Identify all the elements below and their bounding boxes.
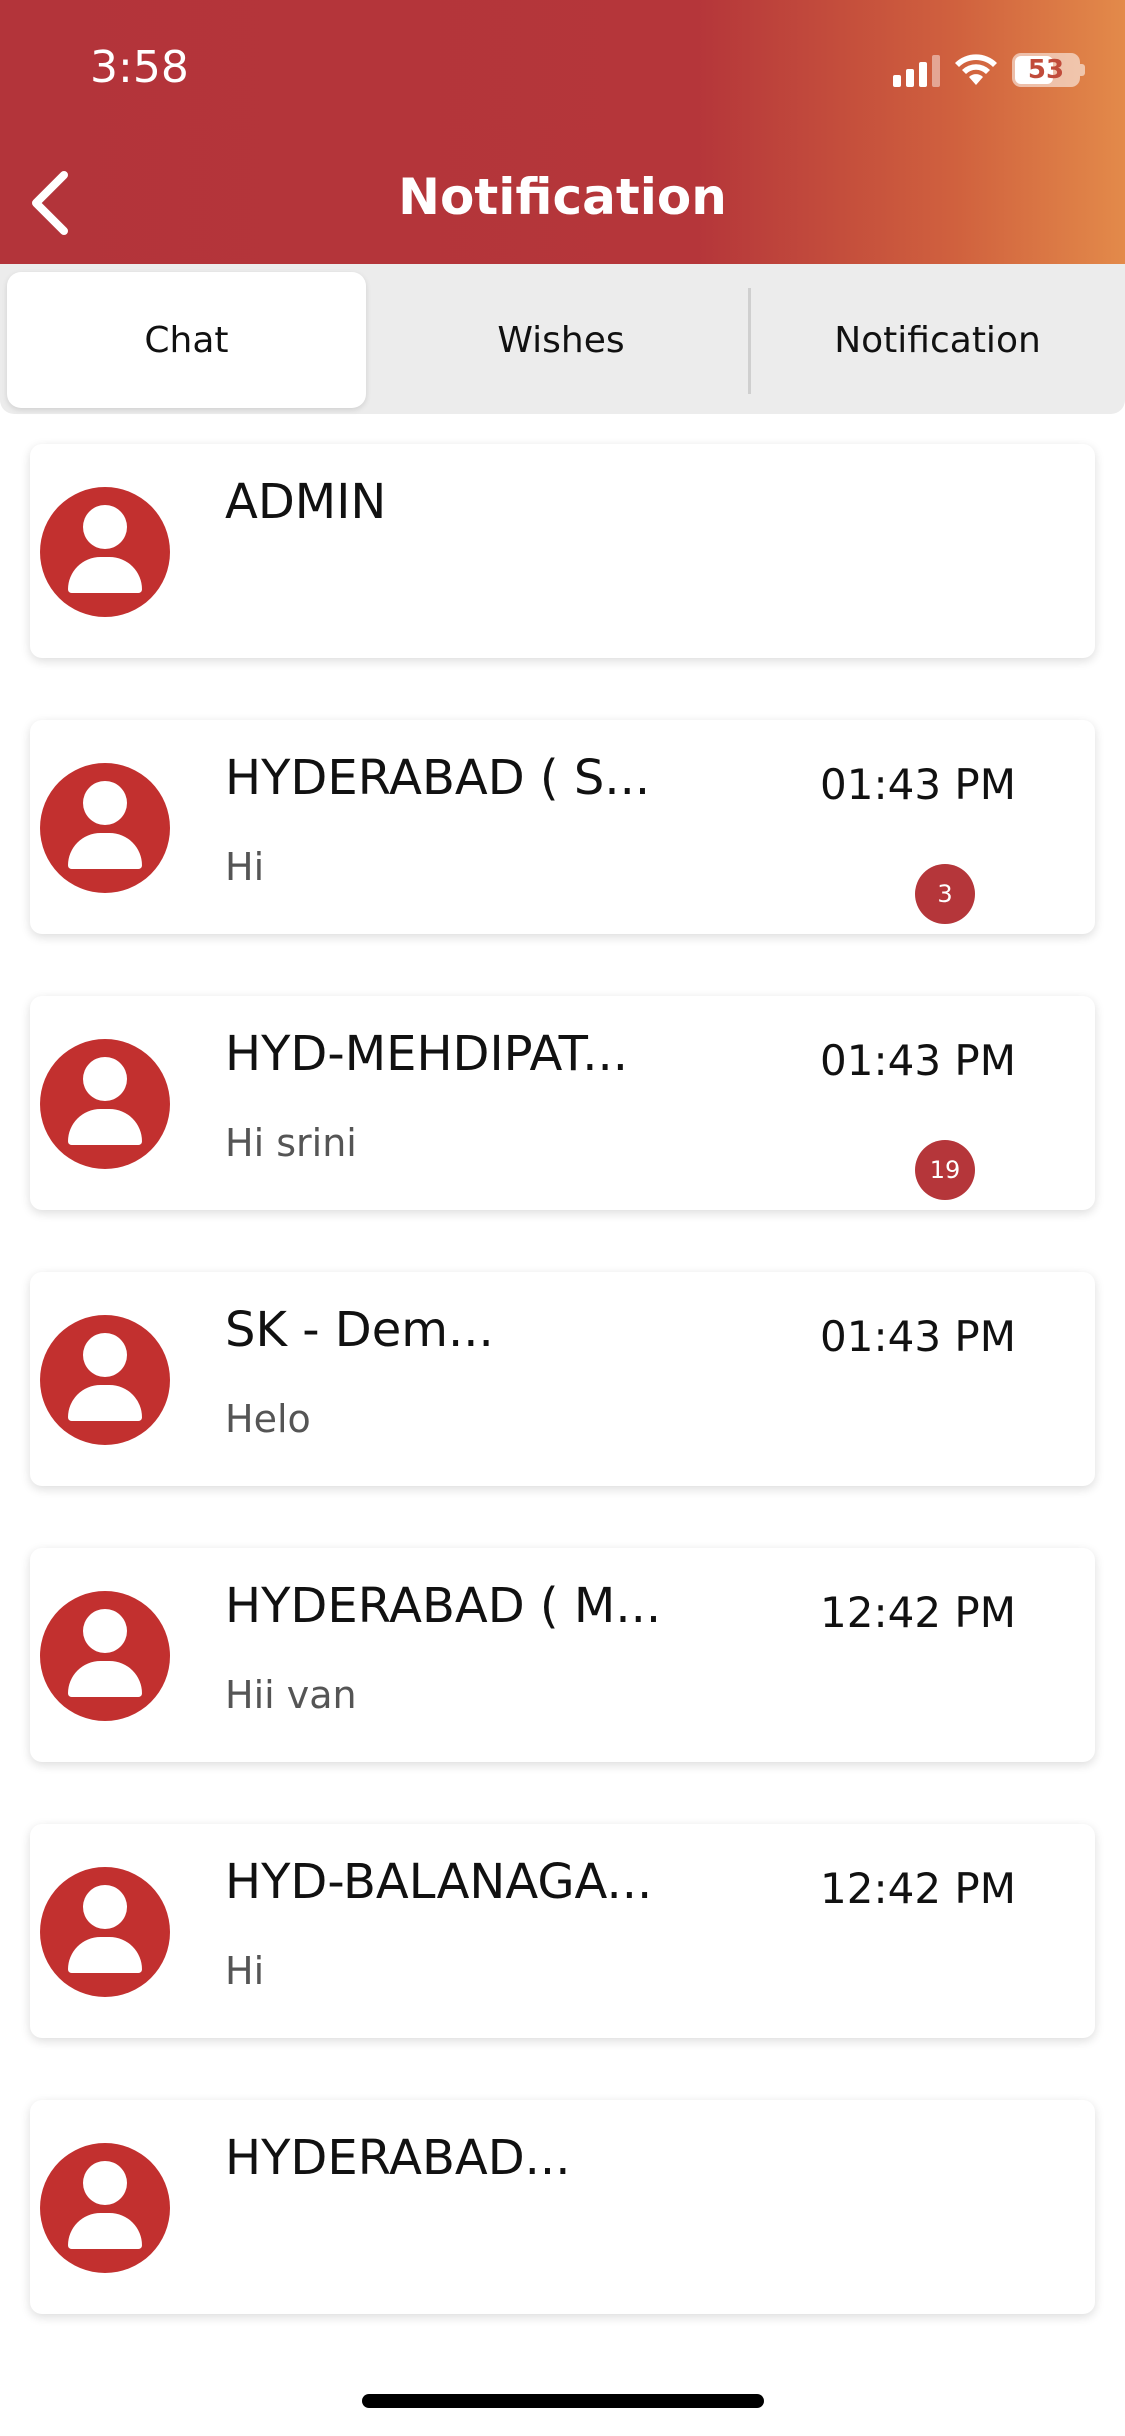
tab-bar: Chat Wishes Notification — [0, 264, 1125, 414]
battery-icon: 53 — [1012, 53, 1085, 87]
chat-name: ADMIN — [225, 474, 387, 530]
tab-chat[interactable]: Chat — [7, 272, 366, 408]
chat-item[interactable]: SK - Dem... Helo 01:43 PM — [30, 1272, 1095, 1486]
chat-time: 01:43 PM — [820, 760, 1016, 809]
chat-name: HYD-BALANAGA... — [225, 1854, 653, 1910]
chat-name: HYD-MEHDIPAT... — [225, 1026, 629, 1082]
status-icons: 53 — [893, 48, 1085, 92]
avatar-icon — [40, 487, 170, 617]
cellular-signal-icon — [893, 53, 940, 87]
chat-item[interactable]: HYDERABAD... — [30, 2100, 1095, 2314]
avatar-icon — [40, 1039, 170, 1169]
wifi-icon — [955, 54, 997, 85]
avatar-icon — [40, 2143, 170, 2273]
chat-name: HYDERABAD ( S... — [225, 750, 651, 806]
chat-name: SK - Dem... — [225, 1302, 494, 1358]
chat-name: HYDERABAD ( M... — [225, 1578, 662, 1634]
unread-badge: 19 — [915, 1140, 975, 1200]
chat-message: Helo — [225, 1397, 311, 1441]
chat-time: 12:42 PM — [820, 1588, 1016, 1637]
home-indicator — [362, 2394, 764, 2408]
battery-level: 53 — [1027, 55, 1065, 85]
avatar-icon — [40, 763, 170, 893]
chat-item[interactable]: HYDERABAD ( M... Hii van 12:42 PM — [30, 1548, 1095, 1762]
chat-message: Hi — [225, 845, 265, 889]
tab-notification[interactable]: Notification — [750, 272, 1125, 408]
avatar-icon — [40, 1315, 170, 1445]
chat-time: 12:42 PM — [820, 1864, 1016, 1913]
chat-item[interactable]: HYD-BALANAGA... Hi 12:42 PM — [30, 1824, 1095, 2038]
chat-item[interactable]: HYD-MEHDIPAT... Hi srini 01:43 PM 19 — [30, 996, 1095, 1210]
app-header: 3:58 53 Notification — [0, 0, 1125, 264]
tab-wishes[interactable]: Wishes — [374, 272, 748, 408]
chat-name: HYDERABAD... — [225, 2130, 571, 2186]
chat-item[interactable]: ADMIN — [30, 444, 1095, 658]
chat-item[interactable]: HYDERABAD ( S... Hi 01:43 PM 3 — [30, 720, 1095, 934]
avatar-icon — [40, 1591, 170, 1721]
chat-time: 01:43 PM — [820, 1312, 1016, 1361]
unread-badge: 3 — [915, 864, 975, 924]
chat-message: Hii van — [225, 1673, 357, 1717]
page-title: Notification — [398, 168, 727, 226]
chat-time: 01:43 PM — [820, 1036, 1016, 1085]
chat-message: Hi srini — [225, 1121, 357, 1165]
status-time: 3:58 — [90, 42, 189, 93]
chat-message: Hi — [225, 1949, 265, 1993]
avatar-icon — [40, 1867, 170, 1997]
